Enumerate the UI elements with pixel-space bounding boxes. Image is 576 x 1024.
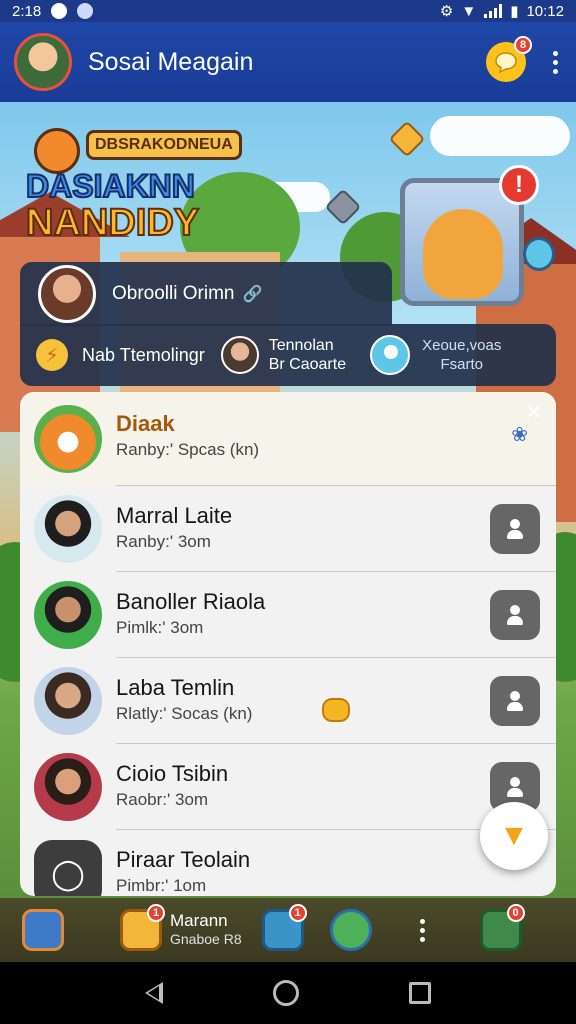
chat-bubble-button[interactable]: 8	[486, 36, 532, 82]
gift-icon	[388, 120, 426, 158]
fox-avatar	[34, 405, 102, 473]
overflow-menu-icon[interactable]	[548, 50, 562, 74]
chat-badge: 8	[514, 36, 532, 54]
cloud-decoration	[430, 116, 570, 156]
lightning-icon: ⚡	[36, 339, 68, 371]
list-item[interactable]: Marral Laite Ranby:' 3om	[20, 486, 556, 572]
signal-icon	[484, 4, 503, 18]
profile-button[interactable]	[490, 590, 540, 640]
contact-status: Ranby:' Spcas (kn)	[116, 440, 260, 459]
home-button-icon[interactable]	[273, 980, 299, 1006]
chat-bubble-icon	[495, 52, 517, 73]
list-item[interactable]: Banoller Riaola Pimlk:' 3om	[20, 572, 556, 658]
speech-bubble-icon	[523, 237, 555, 271]
chat-icon[interactable]	[329, 909, 372, 951]
coin-icon	[322, 698, 350, 722]
shop-badge: 0	[506, 904, 525, 922]
bottom-bar-label[interactable]: Marann Gnaboe R8	[170, 912, 242, 948]
status-bar: 2:18 ⚙ ▼ ▮ 10:12	[0, 0, 576, 22]
contact-avatar	[34, 753, 102, 821]
notification-icon	[51, 3, 68, 19]
quick-action-2-line1: Tennolan	[268, 337, 334, 354]
featured-name: Obroolli Orimn	[112, 283, 235, 304]
bottom-bar: 1 Marann Gnaboe R8 1 0	[0, 898, 576, 962]
quick-action-label[interactable]: Nab Ttemolingr	[82, 345, 205, 366]
wifi-icon: ▼	[461, 2, 477, 20]
logo-top-text: DBSRAKODNEUA	[86, 130, 242, 160]
list-item[interactable]: Diaak Ranby:' Spcas (kn) ✕ ❀	[20, 392, 556, 486]
vibrate-icon: ⚙	[439, 3, 454, 20]
profile-button[interactable]	[490, 504, 540, 554]
contact-avatar	[34, 581, 102, 649]
chevron-icon: ▼	[499, 819, 529, 852]
profile-avatar[interactable]	[14, 33, 72, 91]
quick-action-2[interactable]: Tennolan Br Caoarte	[269, 336, 346, 374]
contact-status: Ranby:' 3om	[116, 532, 211, 551]
quick-action-3-line2: Fsarto	[440, 356, 483, 373]
contact-name: Piraar Teolain	[116, 847, 251, 872]
contact-name: Banoller Riaola	[116, 589, 266, 614]
contact-status: Pimbr:' 1om	[116, 876, 207, 895]
featured-avatar	[38, 265, 96, 323]
user-icon[interactable]	[370, 335, 411, 375]
game-logo: DBSRAKODNEUA DASIAKNN NANDIDY	[25, 122, 276, 245]
home-icon[interactable]	[22, 909, 64, 951]
quick-actions-strip: ⚡ Nab Ttemolingr Tennolan Br Caoarte Xeo…	[20, 324, 556, 386]
mail-icon[interactable]: 1	[261, 904, 307, 951]
quick-action-avatar[interactable]	[220, 336, 259, 374]
user-icon	[506, 691, 524, 711]
system-nav-bar	[0, 962, 576, 1024]
battery-icon: ▮	[510, 3, 519, 20]
bottom-bar-subtitle: Gnaboe R8	[170, 931, 242, 947]
list-item[interactable]: ◯ Piraar Teolain Pimbr:' 1om	[20, 830, 556, 896]
mail-badge: 1	[288, 904, 307, 922]
floating-action-button[interactable]: ▼	[480, 802, 548, 870]
list-item[interactable]: Laba Temlin Rlatly:' Socas (kn)	[20, 658, 556, 744]
contact-name: Diaak	[116, 411, 175, 436]
contact-status: Pimlk:' 3om	[116, 618, 204, 637]
status-clock: 10:12	[526, 2, 564, 20]
app-bar: Sosai Meagain 8	[0, 22, 576, 102]
contacts-list: Diaak Ranby:' Spcas (kn) ✕ ❀ Marral Lait…	[20, 392, 556, 896]
gift-badge: 1	[147, 904, 165, 922]
gem-icon	[324, 188, 362, 226]
contact-avatar	[34, 667, 102, 735]
user-icon	[506, 605, 524, 625]
cat-mascot-icon	[423, 209, 503, 299]
profile-button[interactable]	[490, 676, 540, 726]
app-title: Sosai Meagain	[88, 47, 254, 76]
app-icon: ◯	[34, 840, 102, 896]
back-icon[interactable]	[145, 982, 163, 1004]
contact-name: Marral Laite	[116, 503, 233, 528]
shop-icon[interactable]: 0	[479, 904, 525, 951]
featured-friend-panel[interactable]: Obroolli Orimn 🔗	[20, 262, 392, 326]
contact-avatar	[34, 495, 102, 563]
user-icon	[506, 519, 524, 539]
contact-name: Laba Temlin	[116, 675, 235, 700]
clover-icon: ❀	[511, 424, 528, 446]
link-icon: 🔗	[242, 286, 263, 303]
quick-action-2-line2: Br Caoarte	[268, 356, 347, 373]
alert-icon: !	[499, 165, 539, 205]
logo-line2: NANDIDY	[25, 201, 200, 245]
quick-action-3[interactable]: Xeoue,voas Fsarto	[422, 336, 501, 374]
bottom-bar-title: Marann	[170, 911, 228, 930]
contact-status: Rlatly:' Socas (kn)	[116, 704, 253, 723]
logo-line1: DASIAKNN	[25, 167, 196, 205]
recents-icon[interactable]	[409, 982, 431, 1004]
list-item[interactable]: Cioio Tsibin Raobr:' 3om	[20, 744, 556, 830]
gift-icon[interactable]: 1	[120, 904, 165, 951]
status-time: 2:18	[12, 2, 42, 20]
mascot-frame: !	[400, 165, 555, 306]
contact-status: Raobr:' 3om	[116, 790, 209, 809]
sync-icon	[77, 3, 94, 19]
user-icon	[506, 777, 524, 797]
quick-action-3-line1: Xeoue,voas	[422, 337, 502, 354]
more-icon[interactable]	[418, 918, 428, 942]
contact-name: Cioio Tsibin	[116, 761, 229, 786]
